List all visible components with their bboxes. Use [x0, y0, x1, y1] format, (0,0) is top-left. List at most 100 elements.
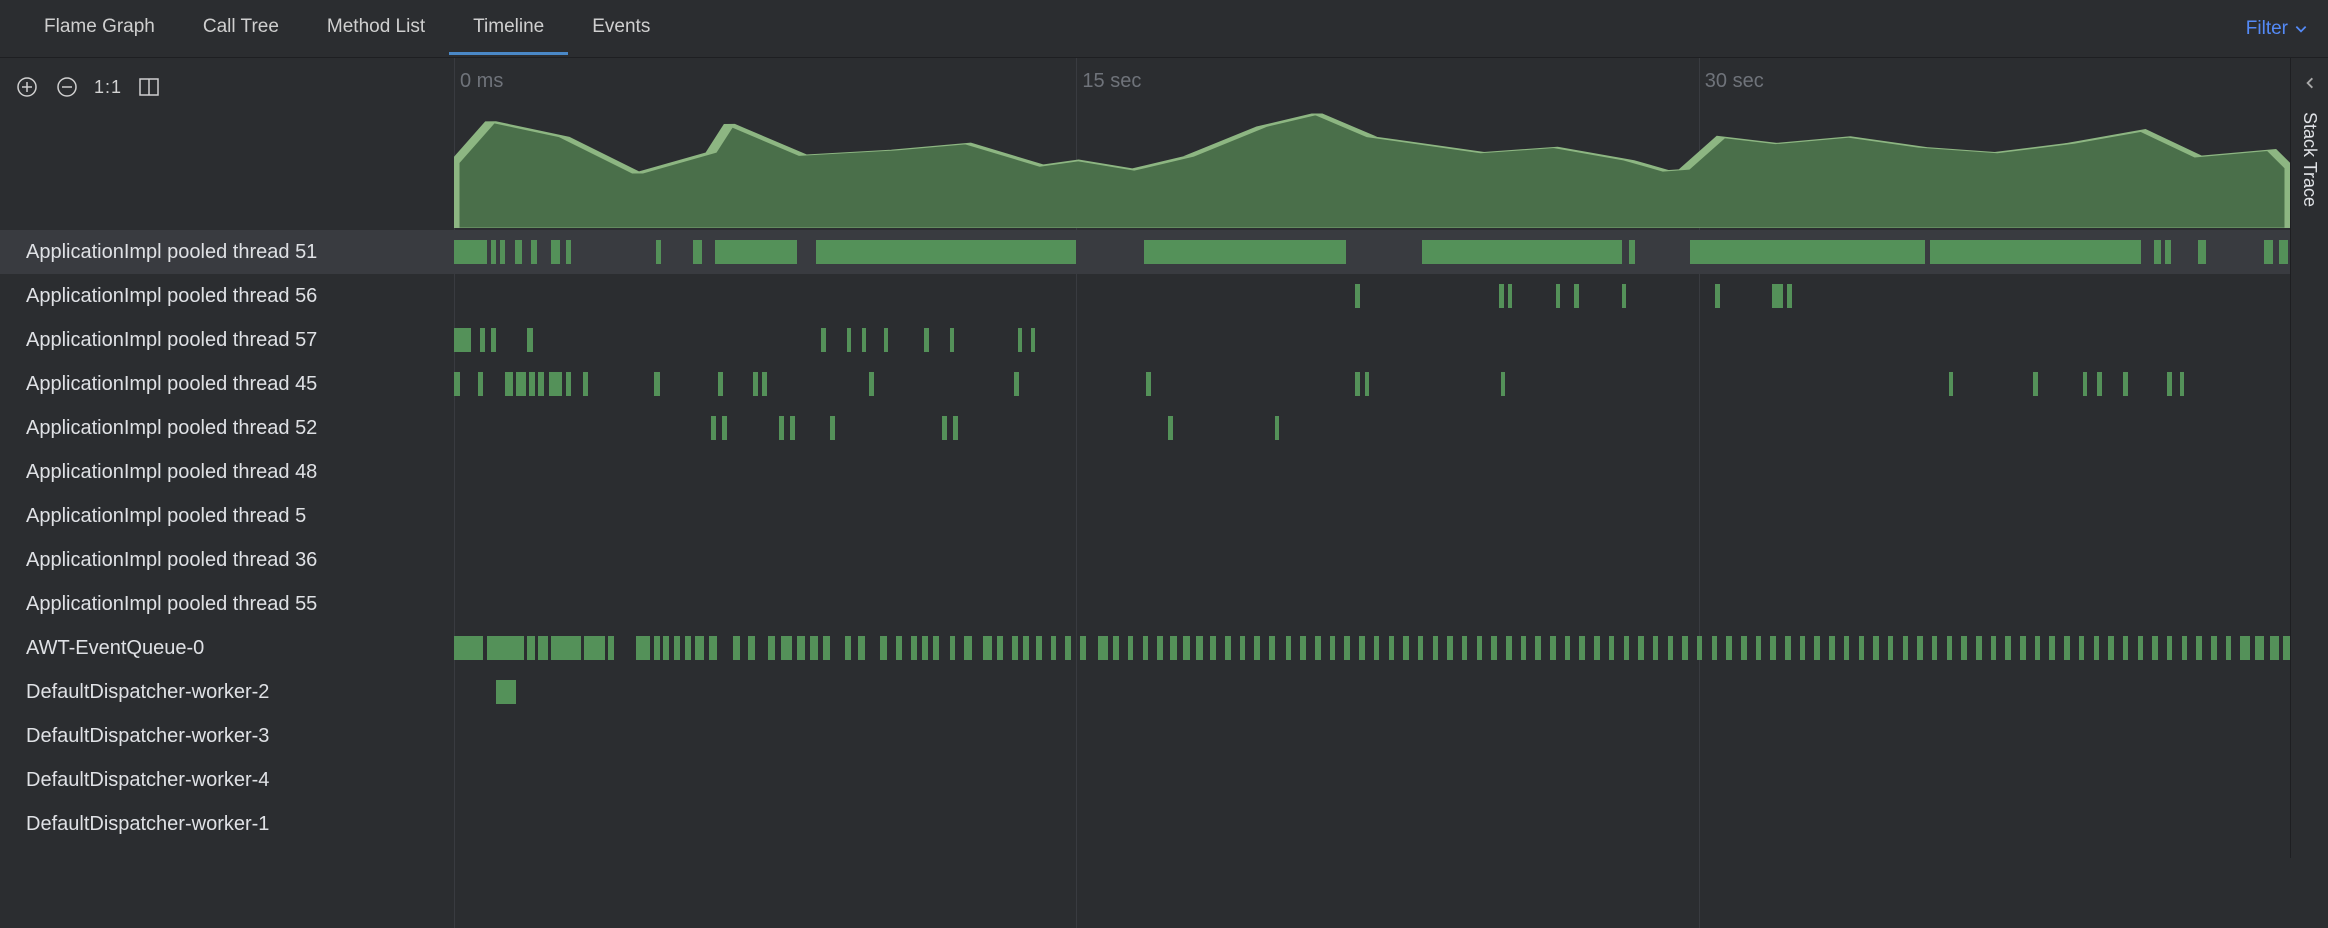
activity-segment[interactable]	[1844, 636, 1850, 660]
activity-segment[interactable]	[2094, 636, 2100, 660]
activity-segment[interactable]	[1157, 636, 1163, 660]
activity-segment[interactable]	[1170, 636, 1177, 660]
activity-segment[interactable]	[1128, 636, 1134, 660]
activity-segment[interactable]	[1903, 636, 1909, 660]
activity-segment[interactable]	[2270, 636, 2279, 660]
activity-segment[interactable]	[584, 636, 604, 660]
activity-segment[interactable]	[1521, 636, 1527, 660]
activity-segment[interactable]	[1240, 636, 1246, 660]
activity-segment[interactable]	[1609, 636, 1615, 660]
activity-segment[interactable]	[1462, 636, 1468, 660]
activity-segment[interactable]	[983, 636, 992, 660]
activity-segment[interactable]	[1014, 372, 1019, 396]
activity-segment[interactable]	[685, 636, 691, 660]
activity-segment[interactable]	[2198, 240, 2205, 264]
activity-segment[interactable]	[608, 636, 614, 660]
activity-segment[interactable]	[496, 680, 516, 704]
activity-segment[interactable]	[862, 328, 867, 352]
activity-segment[interactable]	[480, 328, 486, 352]
thread-row[interactable]: ApplicationImpl pooled thread 52	[0, 406, 2290, 450]
activity-segment[interactable]	[454, 328, 471, 352]
activity-segment[interactable]	[1098, 636, 1107, 660]
activity-segment[interactable]	[1715, 284, 1720, 308]
activity-segment[interactable]	[1756, 636, 1762, 660]
activity-segment[interactable]	[1275, 416, 1280, 440]
activity-segment[interactable]	[1225, 636, 1231, 660]
activity-segment[interactable]	[858, 636, 865, 660]
activity-segment[interactable]	[2033, 372, 2038, 396]
activity-segment[interactable]	[2152, 636, 2158, 660]
activity-segment[interactable]	[1682, 636, 1688, 660]
activity-segment[interactable]	[2138, 636, 2144, 660]
tab-flame-graph[interactable]: Flame Graph	[20, 2, 179, 55]
thread-row[interactable]: ApplicationImpl pooled thread 56	[0, 274, 2290, 318]
activity-segment[interactable]	[1183, 636, 1190, 660]
activity-segment[interactable]	[810, 636, 817, 660]
activity-segment[interactable]	[1697, 636, 1703, 660]
activity-segment[interactable]	[1712, 636, 1718, 660]
activity-segment[interactable]	[1565, 636, 1571, 660]
activity-segment[interactable]	[2182, 636, 2188, 660]
activity-segment[interactable]	[1447, 636, 1453, 660]
activity-segment[interactable]	[2283, 636, 2290, 660]
activity-segment[interactable]	[1491, 636, 1497, 660]
filter-dropdown[interactable]: Filter	[2246, 18, 2308, 40]
activity-segment[interactable]	[1355, 372, 1360, 396]
activity-segment[interactable]	[964, 636, 971, 660]
activity-segment[interactable]	[2165, 240, 2171, 264]
activity-segment[interactable]	[1422, 240, 1622, 264]
activity-segment[interactable]	[2226, 636, 2232, 660]
activity-segment[interactable]	[487, 636, 524, 660]
activity-segment[interactable]	[2264, 240, 2273, 264]
activity-segment[interactable]	[1254, 636, 1260, 660]
activity-segment[interactable]	[1012, 636, 1018, 660]
activity-segment[interactable]	[1506, 636, 1512, 660]
activity-segment[interactable]	[1508, 284, 1513, 308]
activity-segment[interactable]	[1269, 636, 1275, 660]
activity-segment[interactable]	[997, 636, 1003, 660]
activity-segment[interactable]	[491, 240, 497, 264]
activity-segment[interactable]	[830, 416, 835, 440]
activity-segment[interactable]	[2123, 636, 2129, 660]
activity-segment[interactable]	[1594, 636, 1600, 660]
activity-segment[interactable]	[797, 636, 804, 660]
activity-segment[interactable]	[1286, 636, 1292, 660]
thread-row[interactable]: ApplicationImpl pooled thread 45	[0, 362, 2290, 406]
activity-segment[interactable]	[1932, 636, 1938, 660]
activity-segment[interactable]	[636, 636, 651, 660]
activity-segment[interactable]	[1629, 240, 1635, 264]
activity-segment[interactable]	[711, 416, 716, 440]
activity-segment[interactable]	[693, 240, 702, 264]
activity-segment[interactable]	[1389, 636, 1395, 660]
thread-row[interactable]: DefaultDispatcher-worker-1	[0, 802, 2290, 846]
activity-segment[interactable]	[2167, 372, 2172, 396]
activity-segment[interactable]	[1772, 284, 1783, 308]
thread-row[interactable]: ApplicationImpl pooled thread 5	[0, 494, 2290, 538]
activity-segment[interactable]	[1344, 636, 1350, 660]
activity-segment[interactable]	[538, 372, 544, 396]
activity-segment[interactable]	[1535, 636, 1541, 660]
activity-segment[interactable]	[845, 636, 851, 660]
activity-segment[interactable]	[1023, 636, 1029, 660]
activity-segment[interactable]	[1144, 240, 1346, 264]
activity-segment[interactable]	[1622, 284, 1627, 308]
activity-segment[interactable]	[1624, 636, 1630, 660]
activity-segment[interactable]	[821, 328, 826, 352]
activity-segment[interactable]	[1653, 636, 1659, 660]
activity-segment[interactable]	[2097, 372, 2102, 396]
activity-segment[interactable]	[1499, 284, 1505, 308]
activity-segment[interactable]	[715, 240, 798, 264]
activity-segment[interactable]	[2049, 636, 2055, 660]
activity-segment[interactable]	[768, 636, 775, 660]
thread-row[interactable]: ApplicationImpl pooled thread 57	[0, 318, 2290, 362]
activity-segment[interactable]	[695, 636, 704, 660]
activity-segment[interactable]	[1556, 284, 1561, 308]
activity-segment[interactable]	[1501, 372, 1506, 396]
activity-segment[interactable]	[551, 240, 560, 264]
activity-segment[interactable]	[1668, 636, 1674, 660]
activity-segment[interactable]	[674, 636, 680, 660]
activity-segment[interactable]	[515, 240, 522, 264]
activity-segment[interactable]	[1365, 372, 1370, 396]
activity-segment[interactable]	[2167, 636, 2173, 660]
activity-segment[interactable]	[566, 240, 572, 264]
